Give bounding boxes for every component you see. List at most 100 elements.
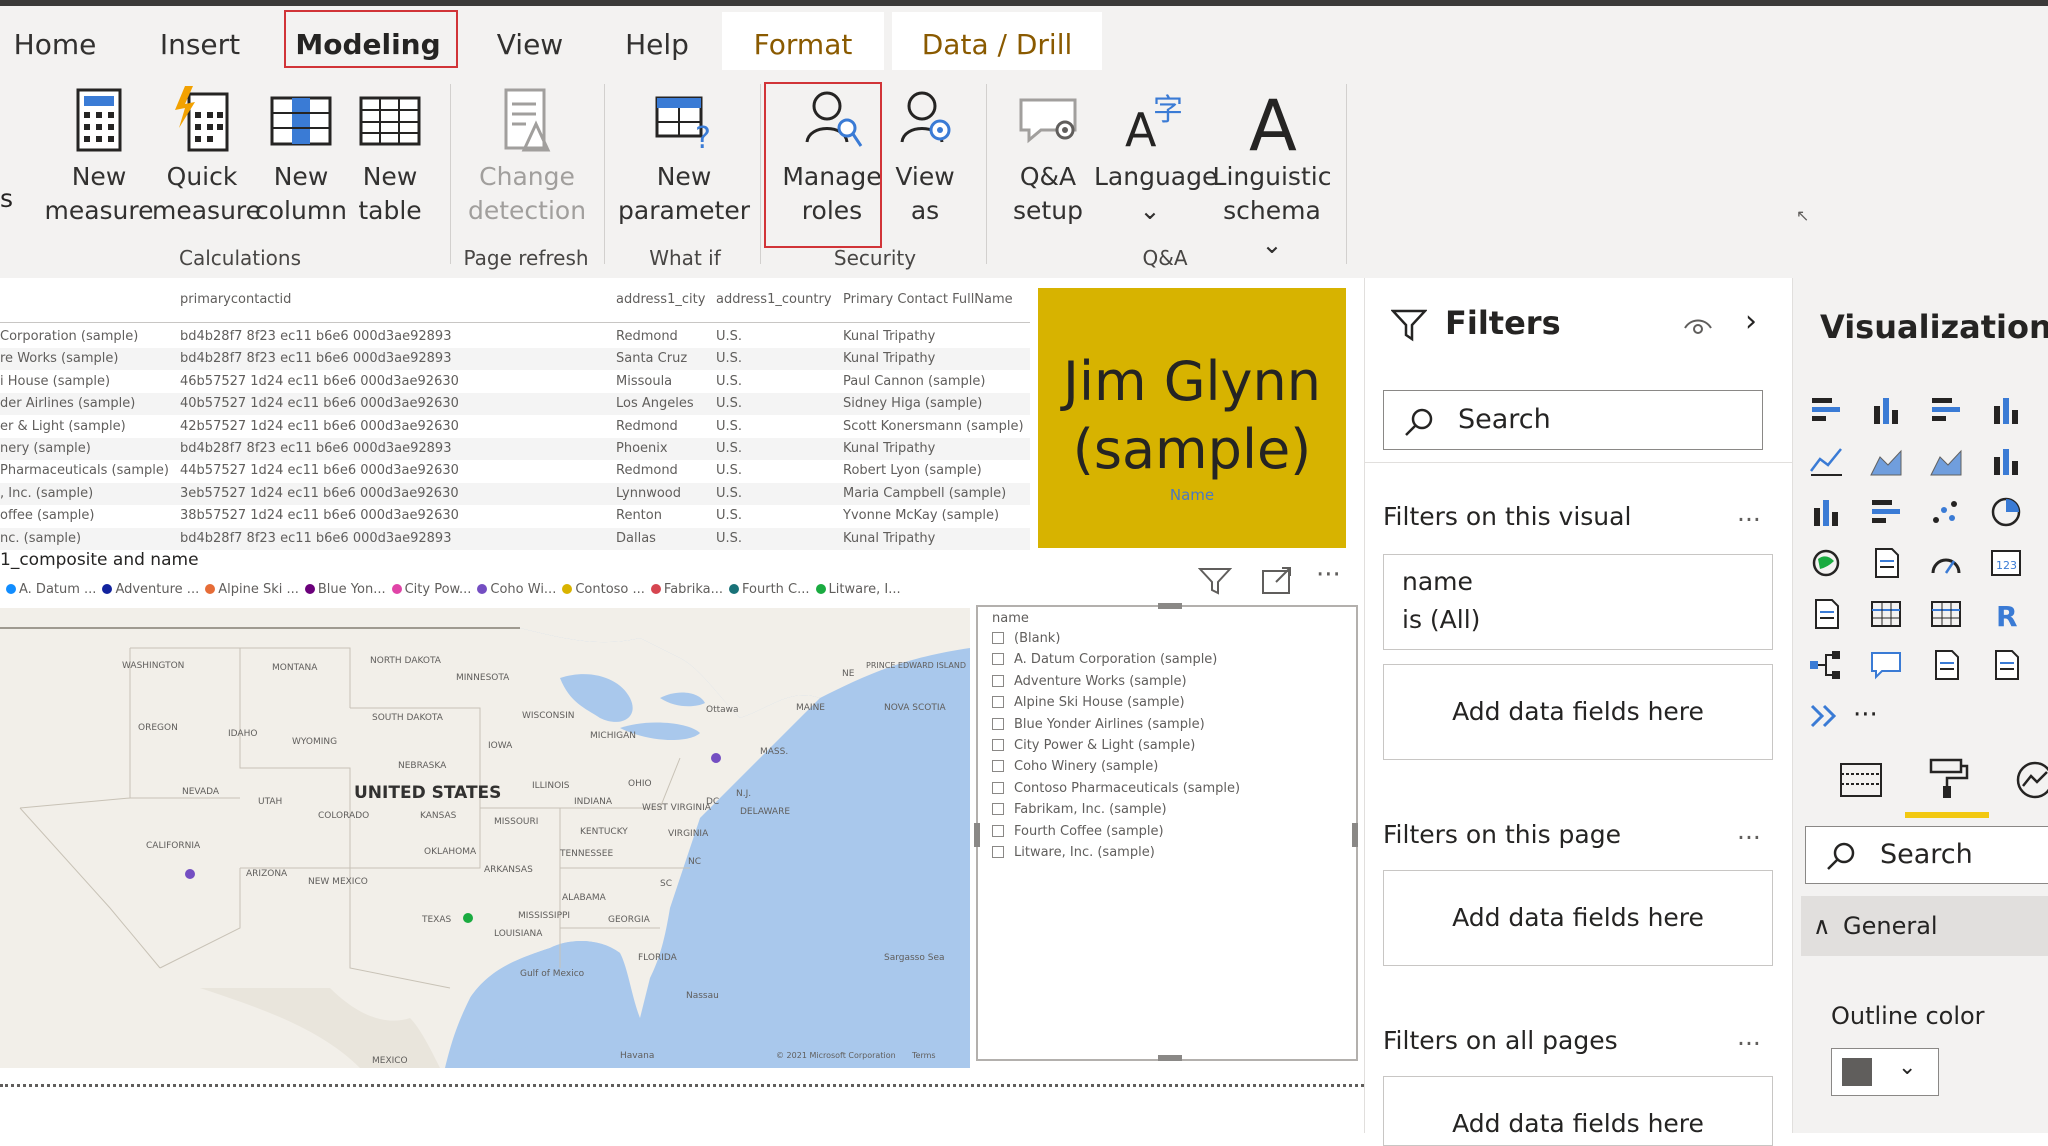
paginated-report-icon[interactable] [1987, 647, 2025, 683]
checkbox[interactable] [992, 717, 1004, 730]
more-options-icon[interactable]: ··· [1316, 560, 1341, 590]
outline-color-picker[interactable]: ⌄ [1831, 1048, 1939, 1096]
resize-handle[interactable] [1158, 603, 1182, 609]
tab-format[interactable]: Format [722, 12, 884, 70]
column-header-country[interactable]: address1_country [716, 292, 832, 307]
table-row[interactable]: , Inc. (sample) 3eb57527 1d24 ec11 b6e6 0… [0, 482, 1030, 505]
stacked-area-chart-icon[interactable] [1927, 443, 1965, 479]
visualizations-search-input[interactable]: Search [1805, 826, 2048, 884]
gauge-icon[interactable] [1927, 545, 1965, 581]
column-header-fullname[interactable]: Primary Contact FullName [843, 292, 1013, 307]
checkbox[interactable] [992, 653, 1004, 666]
eye-icon[interactable] [1683, 316, 1713, 338]
checkbox[interactable] [992, 739, 1004, 751]
table-row[interactable]: Pharmaceuticals (sample) 44b57527 1d24 ec… [0, 460, 1030, 482]
legend-item[interactable]: Alpine Ski ... [218, 582, 299, 597]
language-button[interactable]: A字 Language ⌄ [1094, 84, 1217, 228]
funnel-chart-icon[interactable] [1867, 494, 1905, 530]
analytics-tab-icon[interactable] [2015, 760, 2048, 800]
legend-item[interactable]: Adventure ... [115, 582, 199, 597]
new-measure-button[interactable]: New measure [44, 84, 154, 228]
slicer-item[interactable]: Blue Yonder Airlines (sample) [992, 715, 1205, 735]
checkbox[interactable] [992, 696, 1004, 709]
add-all-pages-fields-drop-zone[interactable]: Add data fields here [1383, 1076, 1773, 1146]
new-column-button[interactable]: New column [255, 84, 347, 228]
checkbox[interactable] [992, 803, 1004, 816]
table-visual-icon[interactable] [1867, 596, 1905, 632]
resize-handle[interactable] [1158, 1055, 1182, 1061]
slicer-item[interactable]: Alpine Ski House (sample) [992, 693, 1185, 713]
legend-item[interactable]: Fabrika... [664, 582, 723, 597]
legend-item[interactable]: Coho Wi... [490, 582, 556, 597]
legend-item[interactable]: City Pow... [405, 582, 472, 597]
column-header-city[interactable]: address1_city [616, 292, 705, 307]
slicer-item[interactable]: (Blank) [992, 629, 1060, 649]
tab-view[interactable]: View [480, 12, 580, 70]
checkbox[interactable] [992, 760, 1004, 773]
tab-help[interactable]: Help [612, 12, 702, 70]
map-visual[interactable]: WASHINGTON MONTANA NORTH DAKOTA MINNESOT… [0, 608, 970, 1068]
legend-item[interactable]: Blue Yon... [318, 582, 386, 597]
slicer-item[interactable]: Coho Winery (sample) [992, 757, 1158, 777]
area-chart-icon[interactable] [1867, 443, 1905, 479]
legend-item[interactable]: Fourth C... [742, 582, 810, 597]
more-options-icon[interactable]: ... [1737, 1022, 1761, 1051]
clustered-column-chart-icon[interactable] [1987, 392, 2025, 428]
add-visual-fields-drop-zone[interactable]: Add data fields here [1383, 664, 1773, 760]
more-options-icon[interactable]: ... [1737, 498, 1761, 527]
fields-tab-icon[interactable] [1839, 760, 1883, 800]
decomposition-tree-icon[interactable] [1807, 647, 1845, 683]
filters-search-input[interactable]: Search [1383, 390, 1763, 450]
card-visual[interactable]: Jim Glynn (sample) Name [1038, 288, 1346, 548]
table-row[interactable]: offee (sample) 38b57527 1d24 ec11 b6e6 00… [0, 505, 1030, 527]
qa-setup-button[interactable]: Q&A setup [1000, 84, 1096, 228]
slicer-item[interactable]: Contoso Pharmaceuticals (sample) [992, 779, 1240, 799]
filled-map-icon[interactable] [1867, 545, 1905, 581]
table-row[interactable]: i House (sample) 46b57527 1d24 ec11 b6e6 … [0, 371, 1030, 393]
slicer-item[interactable]: Litware, Inc. (sample) [992, 843, 1155, 863]
line-column-chart-icon[interactable] [1987, 443, 2025, 479]
ribbon-chart-icon[interactable] [1807, 494, 1845, 530]
name-slicer[interactable]: name (Blank) A. Datum Corporation (sample… [974, 603, 1358, 1061]
slicer-item[interactable]: Fourth Coffee (sample) [992, 822, 1164, 842]
slicer-visual-icon[interactable] [1807, 596, 1845, 632]
map-bubble[interactable] [185, 869, 195, 879]
map-visual-icon[interactable] [1807, 545, 1845, 581]
new-parameter-button[interactable]: ? New parameter [618, 84, 750, 228]
add-page-fields-drop-zone[interactable]: Add data fields here [1383, 870, 1773, 966]
checkbox[interactable] [992, 824, 1004, 837]
line-chart-icon[interactable] [1807, 443, 1845, 479]
table-row[interactable]: er & Light (sample) 42b57527 1d24 ec11 b6… [0, 416, 1030, 438]
resize-handle[interactable] [974, 823, 980, 847]
table-row[interactable]: re Works (sample) bd4b28f7 8f23 ec11 b6e6… [0, 348, 1030, 371]
visual-filter-card-name[interactable]: name is (All) [1383, 554, 1773, 650]
focus-mode-icon[interactable] [1260, 566, 1294, 603]
matrix-visual-icon[interactable] [1927, 596, 1965, 632]
change-detection-button[interactable]: Change detection [468, 84, 586, 228]
stacked-column-chart-icon[interactable] [1867, 392, 1905, 428]
slicer-item[interactable]: Fabrikam, Inc. (sample) [992, 800, 1167, 820]
table-row[interactable]: Corporation (sample) bd4b28f7 8f23 ec11 b… [0, 326, 1030, 348]
view-as-button[interactable]: View as [888, 84, 962, 228]
r-visual-icon[interactable]: R [1987, 596, 2025, 633]
column-header-primarycontactid[interactable]: primarycontactid [180, 292, 291, 307]
map-bubble[interactable] [463, 913, 473, 923]
tab-insert[interactable]: Insert [140, 12, 260, 70]
scatter-chart-icon[interactable] [1927, 494, 1965, 530]
filter-visual-icon[interactable] [1197, 566, 1233, 603]
checkbox[interactable] [992, 632, 1004, 644]
legend-item[interactable]: Litware, I... [829, 582, 901, 597]
qa-visual-icon[interactable] [1867, 647, 1905, 683]
format-paint-roller-icon[interactable] [1927, 756, 1969, 800]
pie-chart-icon[interactable] [1987, 494, 2025, 530]
legend-item[interactable]: Contoso ... [575, 582, 645, 597]
checkbox[interactable] [992, 674, 1004, 687]
clustered-bar-chart-icon[interactable] [1927, 392, 1965, 428]
smart-narrative-icon[interactable] [1927, 647, 1965, 683]
card-visual-icon[interactable]: 123 [1987, 545, 2025, 581]
general-section-header[interactable]: ∧ General [1801, 896, 2048, 956]
table-row[interactable]: der Airlines (sample) 40b57527 1d24 ec11 … [0, 393, 1030, 416]
linguistic-schema-button[interactable]: A Linguistic schema ⌄ [1212, 84, 1332, 262]
resize-handle[interactable] [1352, 823, 1358, 847]
slicer-item[interactable]: City Power & Light (sample) [992, 736, 1195, 756]
